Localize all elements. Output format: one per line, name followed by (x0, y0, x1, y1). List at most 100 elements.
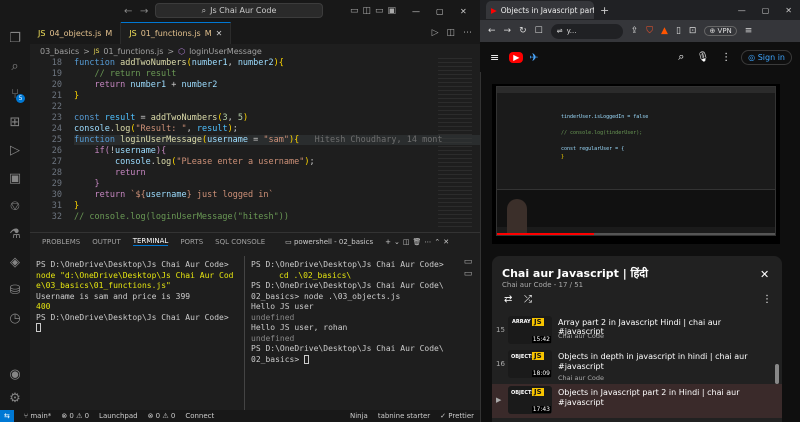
site-info-icon: ⇌ (556, 27, 563, 35)
code-editor[interactable]: 18 function addTwoNumbers(number1, numbe… (30, 58, 480, 230)
forward-icon[interactable]: → (140, 6, 148, 17)
more-icon[interactable]: ⋮ (762, 294, 772, 305)
vscode-icon[interactable]: ⎊ (0, 194, 30, 218)
terminal-cursor (304, 354, 309, 364)
editor-actions[interactable]: ▷ ◫ ⋯ (432, 22, 480, 44)
menu-icon[interactable]: ≡ (745, 26, 753, 36)
terminal-icon[interactable]: ▭ (456, 268, 480, 280)
loop-icon[interactable]: ⇄ (504, 294, 512, 305)
browser-tab-active[interactable]: ▶Objects in Javascript part 2 i (486, 1, 594, 19)
run-icon[interactable]: ▷ (432, 28, 439, 38)
status-bar: ⇆ ⑂ main* ⊗ 0 ⚠ 0 Launchpad ⊗ 0 ⚠ 0 Conn… (0, 410, 480, 422)
minimize-button[interactable]: — (738, 6, 746, 15)
rewards-icon[interactable]: ▲ (661, 26, 668, 36)
close-icon[interactable]: ✕ (216, 29, 223, 38)
tab-terminal[interactable]: TERMINAL (132, 237, 169, 246)
breadcrumb-file[interactable]: 01_functions.js (103, 47, 163, 56)
playlist-subtitle: Chai aur Code - 17 / 51 (502, 281, 584, 289)
share-icon[interactable]: ⇪ (631, 26, 639, 36)
bookmark-icon[interactable]: ☐ (535, 26, 543, 36)
tab-sql-console[interactable]: SQL CONSOLE (215, 238, 265, 246)
search-icon[interactable]: ⌕ (678, 50, 684, 64)
terminal-actions[interactable]: +⌄◫🗑⋯⌃✕ (385, 238, 452, 246)
prettier-indicator[interactable]: ✓ Prettier (440, 412, 480, 420)
activity-bar: ❐ ⌕ ⑂ 5 ⊞ ▷ ▣ ⎊ ⚗ ◈ ⛁ ◷ ◉ ⚙ (0, 22, 30, 410)
playlist-item-current[interactable]: ▶ OBJECTS JS 17:43 Objects in Javascript p… (492, 384, 782, 418)
brave-shield-icon[interactable]: ⛉ (646, 26, 653, 36)
layout-icons[interactable]: ▭◫▭▣ (350, 6, 400, 16)
launchpad-indicator[interactable]: Launchpad (99, 412, 138, 420)
timeline-icon[interactable]: ◷ (0, 306, 30, 330)
js-file-icon: JS (93, 47, 100, 55)
shuffle-icon[interactable]: ⤮ (524, 294, 532, 305)
terminal-left[interactable]: PS D:\OneDrive\Desktop\Js Chai Aur Code>… (30, 256, 240, 410)
minimap[interactable] (438, 58, 472, 230)
breadcrumb-symbol[interactable]: loginUserMessage (189, 47, 262, 56)
gear-icon[interactable]: ⚙ (0, 386, 30, 410)
address-bar[interactable]: ⇌ y... (550, 23, 623, 39)
terminal-selector[interactable]: ▭ powershell - 02_basics (285, 238, 373, 246)
account-icon[interactable]: ◉ (0, 362, 30, 386)
connect-indicator[interactable]: Connect (185, 412, 214, 420)
playlist-scrollbar[interactable] (775, 364, 779, 384)
maximize-button[interactable]: ▢ (762, 6, 770, 15)
terminal-list[interactable]: ▭ ▭ (456, 256, 480, 410)
youtube-logo[interactable]: ▶ (509, 51, 524, 63)
minimize-button[interactable]: — (412, 7, 420, 16)
video-player[interactable]: tinderUser.isLoggedIn = false // console… (492, 84, 780, 244)
tab-functions[interactable]: JS 01_functions.js M ✕ (121, 22, 232, 44)
docker-icon[interactable]: ◈ (0, 250, 30, 274)
code-line: } (74, 179, 100, 189)
search-icon[interactable]: ⌕ (0, 54, 30, 78)
reload-icon[interactable]: ↻ (519, 26, 527, 36)
breadcrumb-folder[interactable]: 03_basics (40, 47, 79, 56)
terminal-icon[interactable]: ▭ (456, 256, 480, 268)
source-control-icon[interactable]: ⑂ 5 (0, 82, 30, 106)
maximize-button[interactable]: ▢ (436, 7, 444, 16)
more-icon[interactable]: ⋮ (721, 52, 731, 63)
playlist-item[interactable]: 16 OBJECTS JS 18:09 Objects in depth in ja… (492, 348, 782, 382)
video-progress[interactable] (497, 233, 775, 235)
ports-indicator[interactable]: ⊗ 0 ⚠ 0 (148, 412, 176, 420)
signin-button[interactable]: ◎ Sign in (741, 49, 792, 65)
more-icon[interactable]: ⋯ (463, 28, 472, 38)
testing-icon[interactable]: ⚗ (0, 222, 30, 246)
doodle-icon[interactable]: ✈ (529, 51, 538, 64)
close-icon[interactable]: ✕ (760, 268, 769, 281)
forward-icon[interactable]: → (504, 26, 512, 36)
database-icon[interactable]: ⛁ (0, 278, 30, 302)
back-icon[interactable]: ← (488, 26, 496, 36)
playlist-title[interactable]: Chai aur Javascript | हिंदी (502, 266, 648, 281)
remote-indicator[interactable]: ⇆ (0, 410, 14, 422)
branch-indicator[interactable]: ⑂ main* (24, 412, 51, 420)
mic-icon[interactable]: 🎙 (696, 52, 709, 63)
video-thumbnail: OBJECTS JS 18:09 (508, 350, 552, 378)
extensions-icon[interactable]: ⊞ (0, 110, 30, 134)
sidebar-icon[interactable]: ▯ (676, 26, 681, 36)
new-tab-button[interactable]: + (600, 4, 609, 17)
close-button[interactable]: ✕ (785, 6, 792, 15)
tab-objects[interactable]: JS 04_objects.js M (30, 22, 122, 44)
ninja-indicator[interactable]: Ninja (350, 412, 368, 420)
close-button[interactable]: ✕ (460, 7, 467, 16)
tab-problems[interactable]: PROBLEMS (42, 238, 80, 246)
hamburger-icon[interactable]: ≡ (490, 51, 499, 64)
command-search[interactable]: ⌕ Js Chai Aur Code (155, 3, 323, 18)
code-line: console.log("Result: ", result); (74, 124, 238, 134)
tab-ports[interactable]: PORTS (180, 238, 203, 246)
terminal-right[interactable]: PS D:\OneDrive\Desktop\Js Chai Aur Code>… (244, 256, 454, 410)
code-line: } (74, 201, 80, 211)
explorer-icon[interactable]: ❐ (0, 26, 30, 50)
vpn-button[interactable]: ⊕ VPN (704, 26, 737, 36)
remote-icon[interactable]: ▣ (0, 166, 30, 190)
problems-indicator[interactable]: ⊗ 0 ⚠ 0 (61, 412, 89, 420)
code-line: function addTwoNumbers(number1, number2)… (74, 58, 284, 68)
split-editor-icon[interactable]: ◫ (446, 28, 455, 38)
tabnine-indicator[interactable]: tabnine starter (378, 412, 430, 420)
extensions-icon[interactable]: ⊡ (689, 26, 697, 36)
playlist-item[interactable]: 15 ARRAY JS 15:42 Array part 2 in Javascri… (492, 314, 782, 348)
tab-output[interactable]: OUTPUT (92, 238, 121, 246)
playlist-panel: Chai aur Javascript | हिंदी Chai aur Cod… (492, 256, 782, 422)
run-debug-icon[interactable]: ▷ (0, 138, 30, 162)
back-icon[interactable]: ← (124, 6, 132, 17)
